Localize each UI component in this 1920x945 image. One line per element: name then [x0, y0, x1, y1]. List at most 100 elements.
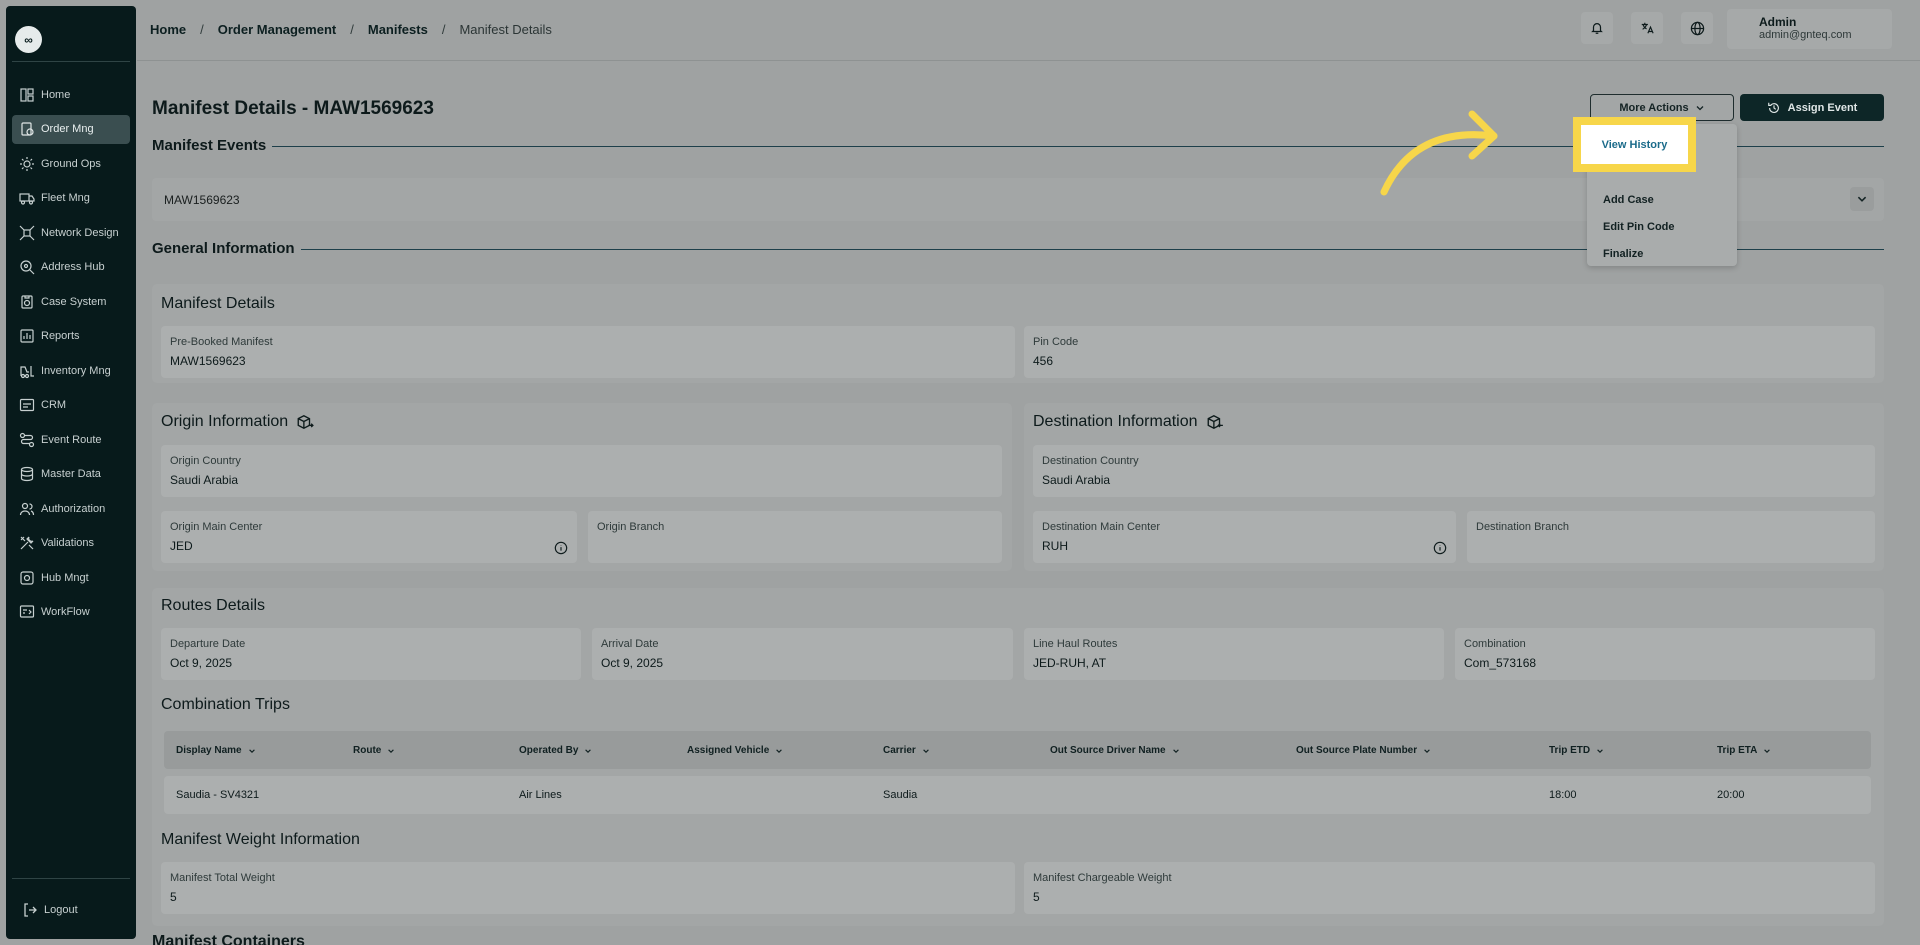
- accordion-toggle[interactable]: [1850, 187, 1874, 211]
- field-value: 5: [170, 890, 177, 904]
- breadcrumb-order-management[interactable]: Order Management: [218, 22, 336, 37]
- column-header-trip-etd[interactable]: Trip ETD: [1549, 745, 1604, 756]
- origin-branch-field: Origin Branch: [588, 511, 1002, 563]
- table-row[interactable]: Saudia - SV4321 Air Lines Saudia 18:00 2…: [164, 776, 1871, 814]
- general-information-heading: General Information: [152, 240, 301, 257]
- sidebar-item-authorization[interactable]: Authorization: [12, 494, 130, 523]
- info-icon[interactable]: [1433, 541, 1447, 555]
- column-header-operated-by[interactable]: Operated By: [519, 745, 592, 756]
- topbar: Home / Order Management / Manifests / Ma…: [137, 0, 1920, 61]
- logout-button[interactable]: Logout: [22, 902, 78, 918]
- column-header-assigned-vehicle[interactable]: Assigned Vehicle: [687, 745, 783, 756]
- breadcrumb-home[interactable]: Home: [150, 22, 186, 37]
- chevron-down-icon: [1424, 748, 1430, 753]
- sidebar-item-label: Master Data: [41, 468, 101, 480]
- app-logo[interactable]: ∞: [15, 26, 42, 53]
- manifest-events-value: MAW1569623: [164, 192, 240, 207]
- origin-information-card: Origin Information Origin Country Saudi …: [152, 403, 1012, 571]
- column-header-carrier[interactable]: Carrier: [883, 745, 930, 756]
- sidebar-item-fleet-mng[interactable]: Fleet Mng: [12, 184, 130, 213]
- sidebar-item-label: Order Mng: [41, 123, 94, 135]
- field-value: JED: [170, 539, 193, 553]
- sidebar-item-label: WorkFlow: [41, 606, 90, 618]
- field-label: Combination: [1464, 638, 1526, 650]
- combination-field: Combination Com_573168: [1455, 628, 1875, 680]
- destination-main-center-field: Destination Main Center RUH: [1033, 511, 1456, 563]
- field-label: Destination Main Center: [1042, 521, 1161, 533]
- table-cell: Saudia: [883, 789, 918, 801]
- breadcrumb-separator: /: [350, 22, 354, 37]
- sidebar-item-case-system[interactable]: Case System: [12, 287, 130, 316]
- menu-item-finalize[interactable]: Finalize: [1603, 248, 1643, 260]
- tools-icon: [20, 536, 34, 550]
- translate-button[interactable]: [1631, 12, 1663, 44]
- sidebar-item-home[interactable]: Home: [12, 80, 130, 109]
- field-value: Com_573168: [1464, 656, 1537, 670]
- combination-trips-title: Combination Trips: [161, 696, 290, 713]
- sidebar-item-validations[interactable]: Validations: [12, 529, 130, 558]
- table-cell: Saudia - SV4321: [176, 789, 260, 801]
- origin-title: Origin Information: [161, 413, 289, 430]
- sidebar-item-label: Reports: [41, 330, 80, 342]
- globe-icon: [1690, 21, 1704, 35]
- field-label: Manifest Chargeable Weight: [1033, 872, 1172, 884]
- info-icon[interactable]: [554, 541, 568, 555]
- breadcrumb-manifests[interactable]: Manifests: [368, 22, 428, 37]
- assign-event-button[interactable]: Assign Event: [1740, 94, 1884, 121]
- sidebar-item-address-hub[interactable]: Address Hub: [12, 253, 130, 282]
- menu-item-add-case[interactable]: Add Case: [1603, 194, 1654, 206]
- column-header-trip-eta[interactable]: Trip ETA: [1717, 745, 1771, 756]
- breadcrumb: Home / Order Management / Manifests / Ma…: [150, 22, 552, 37]
- forklift-icon: [20, 365, 34, 378]
- logout-label: Logout: [44, 904, 78, 916]
- breadcrumb-separator: /: [441, 22, 446, 37]
- column-label: Carrier: [883, 745, 916, 756]
- column-header-out-source-driver-name[interactable]: Out Source Driver Name: [1050, 745, 1180, 756]
- field-value: Saudi Arabia: [1042, 473, 1111, 487]
- notifications-button[interactable]: [1581, 12, 1613, 44]
- sidebar-item-network-design[interactable]: Network Design: [12, 218, 130, 247]
- column-header-display-name[interactable]: Display Name: [176, 745, 256, 756]
- dashboard-icon: [20, 87, 34, 102]
- sidebar-item-event-route[interactable]: Event Route: [12, 425, 130, 454]
- menu-item-view-history[interactable]: View History: [1573, 117, 1696, 172]
- sidebar-item-crm[interactable]: CRM: [12, 391, 130, 420]
- column-label: Route: [353, 745, 382, 756]
- field-label: Line Haul Routes: [1033, 638, 1118, 650]
- truck-icon: [19, 193, 35, 205]
- users-icon: [19, 502, 35, 515]
- user-menu[interactable]: Admin admin@gnteq.com: [1727, 9, 1892, 49]
- report-icon: [20, 329, 34, 343]
- language-button[interactable]: [1681, 12, 1713, 44]
- sidebar-item-master-data[interactable]: Master Data: [12, 460, 130, 489]
- sidebar-item-ground-ops[interactable]: Ground Ops: [12, 149, 130, 178]
- column-label: Trip ETD: [1549, 745, 1591, 756]
- column-header-out-source-plate-number[interactable]: Out Source Plate Number: [1296, 745, 1431, 756]
- sidebar-item-inventory-mng[interactable]: Inventory Mng: [12, 356, 130, 385]
- prebooked-manifest-field: Pre-Booked Manifest MAW1569623: [161, 326, 1015, 378]
- field-value: JED-RUH, AT: [1033, 656, 1107, 670]
- sidebar-item-reports[interactable]: Reports: [12, 322, 130, 351]
- field-value: Saudi Arabia: [170, 473, 239, 487]
- sidebar-item-label: Hub Mngt: [41, 571, 89, 584]
- column-label: Out Source Driver Name: [1050, 745, 1166, 756]
- field-label: Arrival Date: [601, 638, 659, 650]
- sidebar-divider: [12, 61, 130, 62]
- sidebar-item-workflow[interactable]: WorkFlow: [12, 598, 130, 627]
- sidebar-item-label: CRM: [41, 399, 67, 411]
- column-label: Operated By: [519, 745, 579, 756]
- case-icon: [21, 294, 33, 309]
- menu-item-edit-pin-code[interactable]: Edit Pin Code: [1603, 221, 1675, 233]
- assign-event-label: Assign Event: [1787, 101, 1858, 114]
- workflow-icon: [19, 605, 35, 618]
- manifest-details-card: Manifest Details Pre-Booked Manifest MAW…: [152, 284, 1884, 383]
- sidebar-item-label: Validations: [41, 537, 94, 549]
- sidebar-item-hub-mngt[interactable]: Hub Mngt: [12, 563, 130, 592]
- column-label: Display Name: [176, 745, 242, 756]
- trips-table-header: Display Name Route Operated By Assigned …: [164, 731, 1871, 769]
- column-header-route[interactable]: Route: [353, 745, 395, 756]
- sidebar-item-order-mng[interactable]: Order Mng: [12, 114, 130, 144]
- more-actions-label: More Actions: [1619, 101, 1689, 114]
- manifest-events-heading: Manifest Events: [152, 137, 273, 154]
- arrival-date-field: Arrival Date Oct 9, 2025: [592, 628, 1013, 680]
